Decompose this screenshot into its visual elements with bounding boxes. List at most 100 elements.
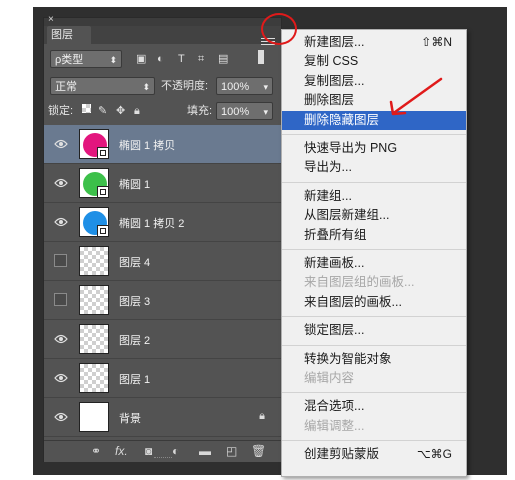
filter-row: ρ类型 ⬍ ▣ ◐ T ⌗ ▤ <box>44 46 281 72</box>
menu-item[interactable]: 折叠所有组 <box>282 226 466 245</box>
new-group-icon[interactable]: ▬ <box>199 444 211 458</box>
lock-all-icon[interactable]: 🔒︎ <box>134 104 140 118</box>
lock-paint-icon[interactable]: ✎ <box>98 104 107 118</box>
layer-name[interactable]: 图层 1 <box>119 371 150 387</box>
menu-item-label: 新建图层... <box>304 35 365 49</box>
menu-separator <box>282 316 466 318</box>
menu-item[interactable]: 新建组... <box>282 187 466 206</box>
menu-item[interactable]: 复制 CSS <box>282 52 466 71</box>
menu-item[interactable]: 创建剪贴蒙版 ⌥⌘G <box>282 445 466 464</box>
lock-transparent-icon[interactable] <box>82 104 92 114</box>
menu-separator <box>282 134 466 135</box>
blend-mode-select[interactable]: 正常 ⬍ <box>50 77 155 95</box>
opacity-field[interactable]: 100% ▾ <box>216 77 273 95</box>
visibility-toggle-empty[interactable] <box>54 254 67 267</box>
menu-item-label: 复制图层... <box>304 73 365 88</box>
annotation-circle <box>261 13 297 45</box>
adjustment-filter-icon[interactable]: ◐ <box>157 52 164 66</box>
new-layer-icon[interactable]: ◰ <box>226 444 237 458</box>
menu-item-label: 复制 CSS <box>304 54 359 69</box>
lock-position-icon[interactable]: ✥ <box>116 104 125 118</box>
filter-kind-select[interactable]: ρ类型 ⬍ <box>50 50 122 68</box>
shape-layer-badge-icon <box>97 186 108 197</box>
menu-item-label: 折叠所有组 <box>304 227 367 242</box>
eye-icon[interactable] <box>54 372 68 384</box>
layer-row[interactable]: 图层 1 <box>44 359 281 398</box>
layer-row[interactable]: 椭圆 1 拷贝 2 <box>44 203 281 242</box>
layer-thumbnail <box>79 129 109 159</box>
eye-icon[interactable] <box>54 216 68 228</box>
chevron-down-icon[interactable]: ▾ <box>263 78 268 96</box>
menu-item[interactable]: 混合选项... <box>282 397 466 416</box>
fx-icon[interactable]: fx. <box>115 444 128 458</box>
menu-item-label: 锁定图层... <box>304 323 365 338</box>
menu-item-label: 新建组... <box>304 188 352 203</box>
layers-panel: × 图层 ρ类型 ⬍ ▣ ◐ T ⌗ ▤ 正常 ⬍ 不透明度: 100% ▾ 锁… <box>43 14 282 462</box>
layer-row[interactable]: 图层 2 <box>44 320 281 359</box>
close-icon[interactable]: × <box>48 14 54 25</box>
shape-filter-icon[interactable]: ⌗ <box>198 52 204 66</box>
menu-item-label: 新建画板... <box>304 256 365 270</box>
filter-toggle-icon[interactable] <box>258 50 264 64</box>
blend-mode-label: 正常 <box>55 81 77 93</box>
type-filter-icon[interactable]: T <box>178 52 185 66</box>
eye-icon[interactable] <box>54 411 68 423</box>
menu-item-label: 快速导出为 PNG <box>304 141 398 155</box>
layer-name[interactable]: 图层 4 <box>119 254 150 270</box>
menu-item: 来自图层组的画板... <box>282 273 466 292</box>
menu-item[interactable]: 从图层新建组... <box>282 206 466 225</box>
eye-icon[interactable] <box>54 138 68 150</box>
menu-separator <box>282 392 466 394</box>
menu-item[interactable]: 新建画板... <box>282 254 466 273</box>
resize-grip[interactable] <box>154 457 172 461</box>
lock-label: 锁定: <box>48 105 74 117</box>
tab-layers[interactable]: 图层 <box>47 26 91 44</box>
menu-item[interactable]: 来自图层的画板... <box>282 293 466 312</box>
menu-separator <box>282 249 466 250</box>
layer-thumbnail <box>79 246 109 276</box>
layer-name[interactable]: 椭圆 1 <box>119 176 150 192</box>
menu-item-label: 转换为智能对象 <box>304 351 392 366</box>
menu-item[interactable]: 快速导出为 PNG <box>282 139 466 158</box>
menu-item-label: 删除隐藏图层 <box>304 112 380 127</box>
chevron-updown-icon: ⬍ <box>109 55 117 65</box>
menu-item[interactable]: 转换为智能对象 <box>282 350 466 369</box>
menu-item[interactable]: 导出为... <box>282 158 466 177</box>
adjustment-layer-icon[interactable]: ◐ <box>172 444 179 458</box>
eye-icon[interactable] <box>54 333 68 345</box>
layer-name[interactable]: 图层 2 <box>119 332 150 348</box>
filter-kind-label: ρ类型 <box>55 54 84 66</box>
menu-separator <box>282 181 466 183</box>
layer-row[interactable]: 椭圆 1 <box>44 164 281 203</box>
menu-item-label: 导出为... <box>304 160 352 175</box>
panel-close-bar: × <box>44 14 281 26</box>
layer-row[interactable]: 背景 🔒︎ <box>44 398 281 437</box>
add-mask-icon[interactable]: ◙ <box>145 444 152 458</box>
layer-name[interactable]: 椭圆 1 拷贝 2 <box>119 215 184 231</box>
smart-object-filter-icon[interactable]: ▤ <box>218 52 228 66</box>
lock-row: 锁定: ✎ ✥ 🔒︎ 填充: 100% ▾ <box>44 98 281 124</box>
layer-thumbnail <box>79 168 109 198</box>
layer-thumbnail <box>79 285 109 315</box>
layer-name[interactable]: 背景 <box>119 410 141 426</box>
chevron-down-icon[interactable]: ▾ <box>263 103 268 121</box>
fill-field[interactable]: 100% ▾ <box>216 102 273 120</box>
trash-icon[interactable]: 🗑︎ <box>251 444 266 458</box>
layer-name[interactable]: 椭圆 1 拷贝 <box>119 137 175 153</box>
layer-row[interactable]: 图层 3 <box>44 281 281 320</box>
pixel-filter-icon[interactable]: ▣ <box>136 52 146 66</box>
layer-name[interactable]: 图层 3 <box>119 293 150 309</box>
menu-item: 编辑内容 <box>282 369 466 388</box>
menu-item-label: 从图层新建组... <box>304 208 390 223</box>
menu-item-label: 来自图层的画板... <box>304 294 402 309</box>
eye-icon[interactable] <box>54 177 68 189</box>
layer-row[interactable]: 图层 4 <box>44 242 281 281</box>
fill-value: 100% <box>221 106 250 118</box>
menu-item[interactable]: 新建图层... ⇧⌘N <box>282 33 466 52</box>
fill-label: 填充: <box>187 105 213 117</box>
layer-thumbnail <box>79 324 109 354</box>
link-layers-icon[interactable]: ⚭ <box>91 444 101 458</box>
layer-row[interactable]: 椭圆 1 拷贝 <box>44 125 281 164</box>
menu-item[interactable]: 锁定图层... <box>282 321 466 340</box>
visibility-toggle-empty[interactable] <box>54 293 67 306</box>
